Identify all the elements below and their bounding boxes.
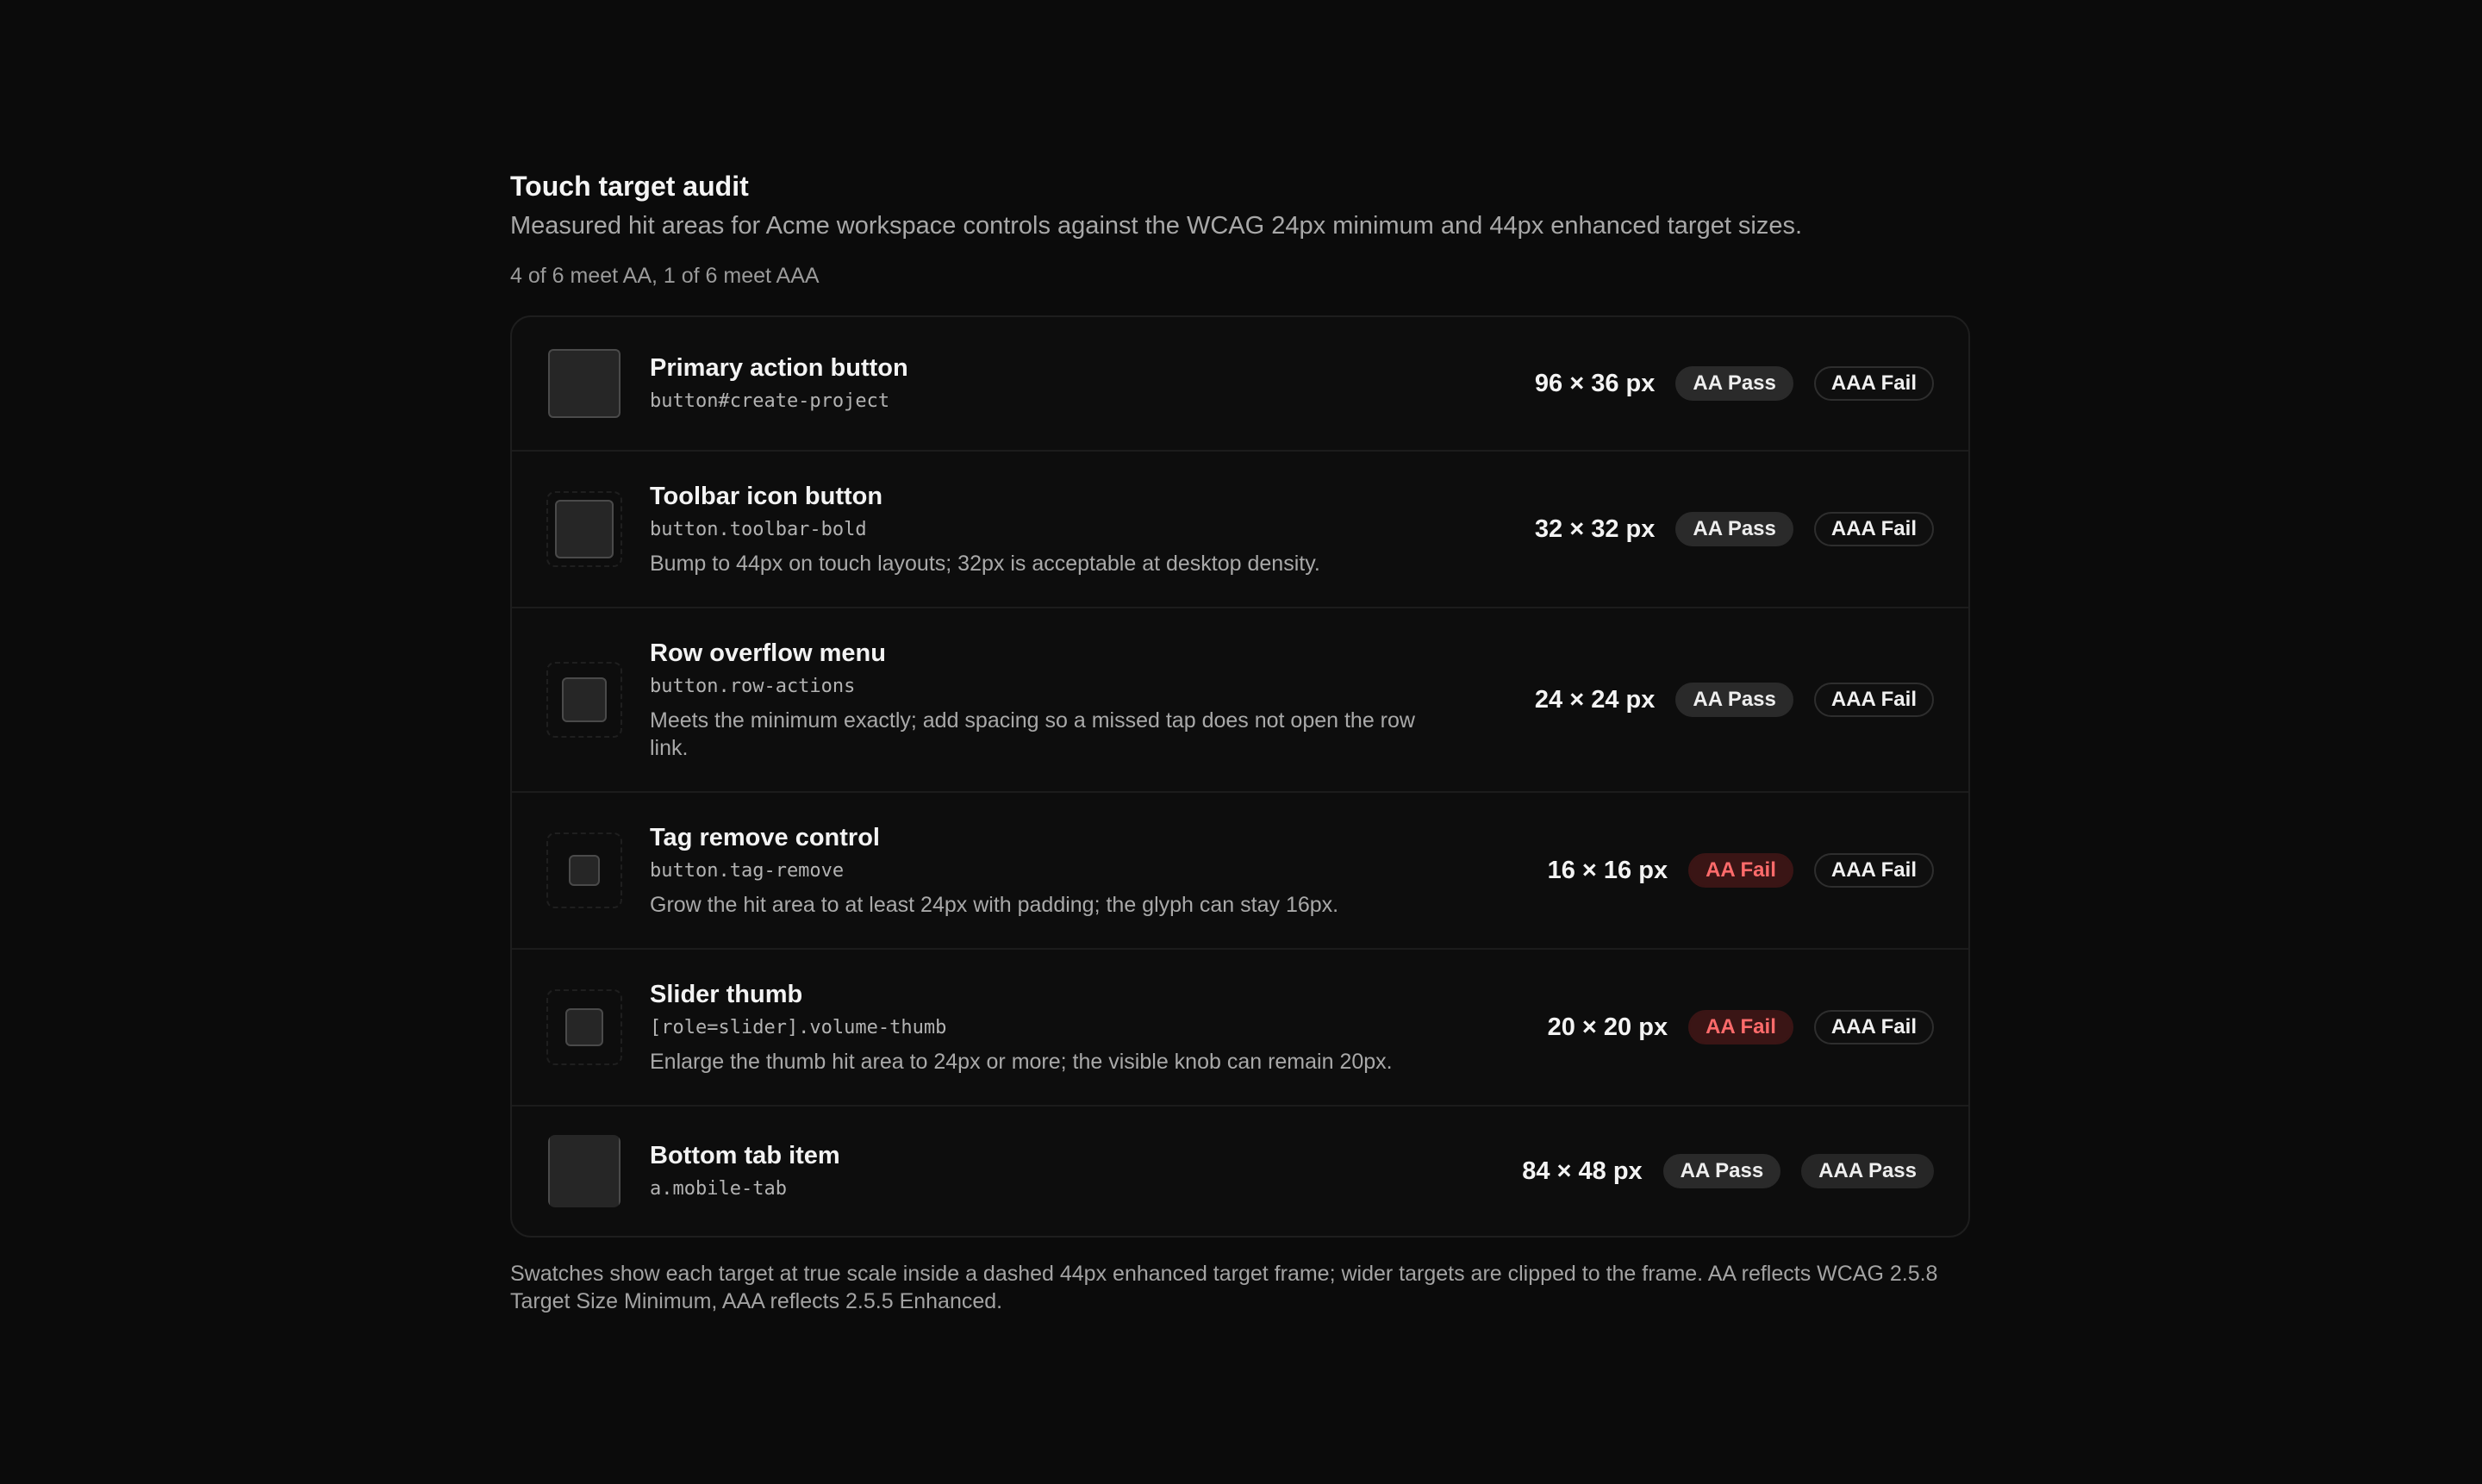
target-metrics: 32 × 32 px AA Pass AAA Fail: [1535, 512, 1934, 546]
target-swatch: [569, 855, 600, 886]
target-note: Bump to 44px on touch layouts; 32px is a…: [650, 552, 1320, 576]
aa-status-badge: AA Fail: [1688, 853, 1793, 888]
target-name: Tag remove control: [650, 824, 880, 851]
aaa-status-badge: AAA Fail: [1813, 512, 1934, 546]
target-swatch: [548, 349, 620, 418]
aa-status-badge: AA Pass: [1662, 1154, 1781, 1188]
target-size: 20 × 20 px: [1547, 1013, 1668, 1041]
aaa-status-badge: AAA Fail: [1813, 1010, 1934, 1044]
target-selector: a.mobile-tab: [650, 1178, 787, 1200]
aa-status-badge: AA Pass: [1675, 683, 1793, 717]
target-size: 32 × 32 px: [1534, 514, 1656, 543]
target-swatch-frame: [546, 662, 622, 738]
page-subtitle: Measured hit areas for Acme workspace co…: [510, 212, 1803, 240]
target-selector: button#create-project: [650, 390, 890, 412]
target-metrics: 20 × 20 px AA Fail AAA Fail: [1548, 1010, 1934, 1044]
target-selector: button.row-actions: [650, 676, 856, 697]
target-row: Bottom tab item a.mobile-tab 84 × 48 px …: [512, 1105, 1968, 1236]
target-swatch-frame: [546, 346, 622, 421]
footnote: Swatches show each target at true scale …: [510, 1262, 1938, 1313]
target-size: 24 × 24 px: [1534, 685, 1656, 714]
target-swatch: [565, 1008, 603, 1046]
target-row: Slider thumb [role=slider].volume-thumb …: [512, 948, 1968, 1105]
target-row: Row overflow menu button.row-actions Mee…: [512, 607, 1968, 791]
target-note: Grow the hit area to at least 24px with …: [650, 893, 1339, 917]
aaa-status-badge: AAA Pass: [1801, 1154, 1934, 1188]
target-info: Slider thumb [role=slider].volume-thumb …: [650, 979, 1451, 1076]
aa-status-badge: AA Pass: [1675, 512, 1793, 546]
target-selector: [role=slider].volume-thumb: [650, 1017, 947, 1038]
target-row: Tag remove control button.tag-remove Gro…: [512, 791, 1968, 948]
aa-status-badge: AA Pass: [1675, 366, 1793, 401]
target-swatch-frame: [546, 989, 622, 1065]
target-row: Toolbar icon button button.toolbar-bold …: [512, 450, 1968, 607]
target-name: Toolbar icon button: [650, 483, 883, 510]
target-size: 96 × 36 px: [1534, 369, 1656, 397]
target-swatch: [562, 677, 607, 722]
target-metrics: 96 × 36 px AA Pass AAA Fail: [1535, 366, 1934, 401]
target-swatch-frame: [546, 1133, 622, 1209]
target-metrics: 84 × 48 px AA Pass AAA Pass: [1522, 1154, 1934, 1188]
target-note: Enlarge the thumb hit area to 24px or mo…: [650, 1050, 1393, 1074]
target-swatch: [548, 1135, 620, 1207]
aaa-status-badge: AAA Fail: [1813, 853, 1934, 888]
target-name: Primary action button: [650, 354, 908, 382]
compliance-summary: 4 of 6 meet AA, 1 of 6 meet AAA: [510, 264, 820, 288]
target-swatch-frame: [546, 832, 622, 908]
target-info: Bottom tab item a.mobile-tab: [650, 1140, 1451, 1202]
target-name: Slider thumb: [650, 981, 803, 1008]
target-swatch-frame: [546, 491, 622, 567]
target-info: Tag remove control button.tag-remove Gro…: [650, 822, 1451, 919]
target-info: Primary action button button#create-proj…: [650, 352, 1451, 415]
target-note: Meets the minimum exactly; add spacing s…: [650, 708, 1415, 760]
target-metrics: 16 × 16 px AA Fail AAA Fail: [1548, 853, 1934, 888]
target-size: 16 × 16 px: [1547, 856, 1668, 884]
target-name: Bottom tab item: [650, 1142, 840, 1169]
aa-status-badge: AA Fail: [1688, 1010, 1793, 1044]
target-swatch: [555, 500, 614, 558]
target-selector: button.toolbar-bold: [650, 519, 867, 540]
target-selector: button.tag-remove: [650, 860, 845, 882]
target-info: Row overflow menu button.row-actions Mee…: [650, 638, 1451, 762]
page-title: Touch target audit: [510, 171, 749, 202]
target-metrics: 24 × 24 px AA Pass AAA Fail: [1535, 683, 1934, 717]
audit-panel: Touch target audit Measured hit areas fo…: [510, 169, 1970, 1315]
target-size: 84 × 48 px: [1522, 1157, 1643, 1185]
target-list: Primary action button button#create-proj…: [510, 315, 1970, 1238]
target-name: Row overflow menu: [650, 639, 886, 667]
target-info: Toolbar icon button button.toolbar-bold …: [650, 481, 1451, 577]
aaa-status-badge: AAA Fail: [1813, 366, 1934, 401]
target-row: Primary action button button#create-proj…: [512, 317, 1968, 450]
aaa-status-badge: AAA Fail: [1813, 683, 1934, 717]
